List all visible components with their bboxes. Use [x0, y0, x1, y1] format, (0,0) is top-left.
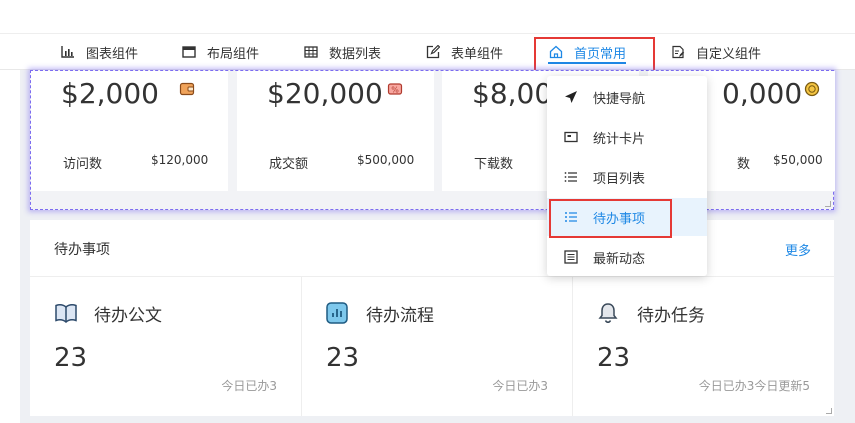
menu-item-charts[interactable]: 图表组件: [60, 34, 138, 70]
navigation-arrow-icon: [564, 90, 578, 104]
more-link[interactable]: 更多: [785, 240, 811, 259]
dropdown-item-label: 项目列表: [593, 171, 646, 187]
dropdown-item-quick-nav[interactable]: 快捷导航: [547, 78, 707, 116]
home-common-dropdown: 快捷导航 统计卡片 项目列表 待办事项 最新动态: [547, 76, 707, 276]
todo-count: 23: [54, 343, 88, 373]
bell-icon: [597, 302, 621, 324]
svg-text:%: %: [391, 86, 399, 95]
stat-total: $120,000: [151, 153, 209, 167]
coupon-icon: %: [387, 81, 403, 97]
resize-handle[interactable]: [826, 408, 832, 414]
bar-chart-icon: [60, 44, 76, 60]
menu-item-layout[interactable]: 布局组件: [181, 34, 259, 70]
dropdown-item-label: 快捷导航: [593, 91, 646, 107]
stat-label: 数: [737, 157, 751, 172]
stat-amount: 0,000: [722, 77, 803, 110]
coin-icon: [804, 81, 820, 97]
card-icon: [564, 130, 578, 144]
table-icon: [303, 44, 319, 60]
stat-total: $50,000: [773, 153, 823, 167]
edit-form-icon: [425, 44, 441, 60]
menu-item-label: 表单组件: [451, 46, 504, 62]
menu-item-form[interactable]: 表单组件: [425, 34, 503, 70]
dashboard-content: $2,000 访问数 $120,000 $20,000 % 成交额 $500,0…: [20, 70, 855, 423]
wallet-icon: [179, 81, 195, 97]
menu-item-label: 图表组件: [86, 46, 139, 62]
todo-card[interactable]: 待办流程 23 今日已办3: [302, 277, 572, 416]
stat-total: $500,000: [357, 153, 415, 167]
menu-item-label: 数据列表: [329, 46, 382, 62]
todo-card[interactable]: 待办公文 23 今日已办3: [30, 277, 301, 416]
custom-component-icon: [670, 44, 686, 60]
layout-icon: [181, 44, 197, 60]
dropdown-item-label: 统计卡片: [593, 131, 646, 147]
resize-handle[interactable]: [825, 201, 831, 207]
menu-item-label: 布局组件: [207, 46, 260, 62]
stat-card: $2,000 访问数 $120,000: [31, 71, 228, 191]
dropdown-item-project-list[interactable]: 项目列表: [547, 158, 707, 196]
todo-card-footnote: 今日已办3: [221, 379, 277, 393]
top-bar: [0, 0, 855, 34]
todo-card-title: 待办流程: [366, 306, 434, 326]
todo-panel-title: 待办事项: [54, 242, 110, 258]
stat-cards-block[interactable]: $2,000 访问数 $120,000 $20,000 % 成交额 $500,0…: [30, 70, 835, 210]
book-icon: [54, 302, 78, 324]
dropdown-item-label: 最新动态: [593, 251, 646, 267]
stat-amount: $20,000: [267, 77, 383, 110]
dropdown-item-stat-card[interactable]: 统计卡片: [547, 118, 707, 156]
dropdown-item-news[interactable]: 最新动态: [547, 238, 707, 276]
todo-card-title: 待办任务: [637, 306, 705, 326]
menu-item-custom[interactable]: 自定义组件: [670, 34, 761, 70]
todo-count: 23: [326, 343, 360, 373]
todo-count: 23: [597, 343, 631, 373]
todo-card[interactable]: 待办任务 23 今日已办3今日更新5: [573, 277, 834, 416]
todo-panel: 待办事项 更多 待办公文 23 今日已办3 待办流程 23 今日已办3 待办任务: [30, 220, 834, 416]
highlight-box-dropdown: [549, 199, 672, 238]
stat-card: $20,000 % 成交额 $500,000: [237, 71, 434, 191]
menu-item-data-list[interactable]: 数据列表: [303, 34, 381, 70]
todo-card-title: 待办公文: [94, 306, 162, 326]
todo-card-footnote: 今日已办3今日更新5: [698, 379, 810, 393]
stat-label: 成交额: [269, 157, 309, 172]
news-icon: [564, 250, 578, 264]
flow-chart-icon: [326, 302, 350, 324]
todo-card-footnote: 今日已办3: [492, 379, 548, 393]
menu-item-label: 自定义组件: [696, 46, 762, 62]
stat-label: 访问数: [63, 157, 103, 172]
list-icon: [564, 170, 578, 184]
component-menu-bar: 图表组件 布局组件 数据列表 表单组件 首页常用 自定义组件: [0, 34, 855, 70]
stat-amount: $2,000: [61, 77, 159, 110]
stat-label: 下载数: [474, 157, 514, 172]
